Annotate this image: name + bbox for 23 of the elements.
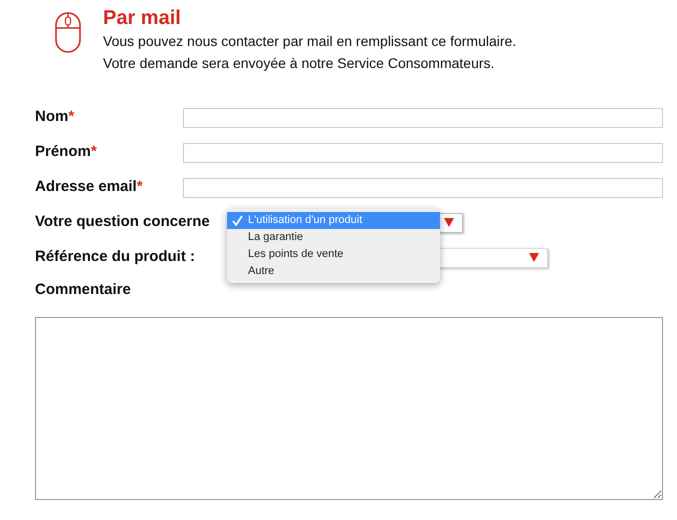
description-text: Votre demande sera envoyée à notre Service Consommateurs. [103, 54, 496, 73]
dropdown-option[interactable]: Autre [227, 262, 440, 280]
dropdown-option[interactable]: La garantie [227, 228, 440, 246]
section-title: Par mail [103, 6, 182, 30]
field-label: Prénom* [35, 142, 98, 162]
text-field[interactable] [183, 178, 663, 198]
check-icon [232, 214, 243, 226]
comment-field[interactable] [35, 317, 663, 500]
required-marker: * [68, 108, 74, 126]
dropdown-arrow-icon [444, 218, 454, 227]
mouse-icon [55, 12, 81, 53]
text-field[interactable] [183, 142, 663, 162]
required-marker: * [136, 178, 143, 196]
field-label: Adresse email* [35, 177, 144, 198]
required-marker: * [90, 143, 97, 160]
field-label: Commentaire [35, 280, 132, 300]
field-label: Votre question concerne [35, 212, 211, 232]
field-label: Nom* [35, 107, 76, 128]
field-label: Référence du produit : [35, 247, 196, 268]
dropdown-option[interactable]: Les points de vente [227, 246, 440, 262]
text-field[interactable] [183, 108, 663, 128]
description-text: Vous pouvez nous contacter par mail en remplissant ce formulaire. [103, 32, 516, 51]
dropdown-arrow-icon [529, 253, 539, 262]
